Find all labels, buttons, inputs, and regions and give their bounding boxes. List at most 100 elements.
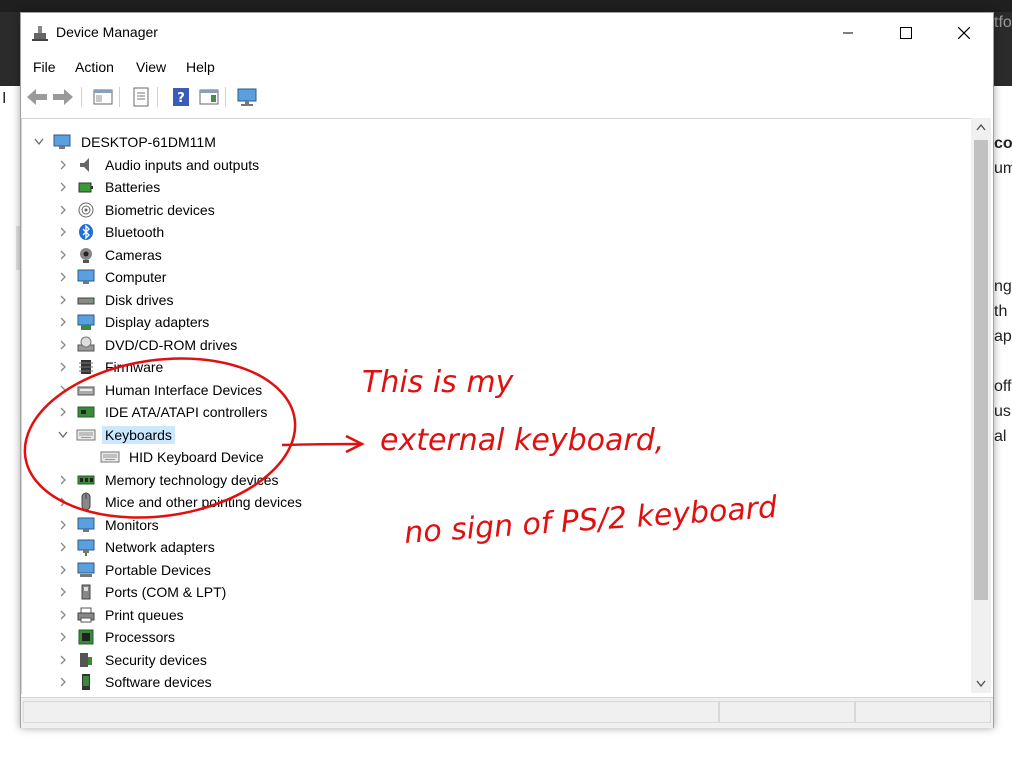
dvd-icon [76, 335, 96, 355]
chevron-right-icon[interactable] [56, 248, 70, 262]
chevron-right-icon[interactable] [56, 653, 70, 667]
tree-category-item[interactable]: Audio inputs and outputs [56, 154, 262, 176]
tree-category-item[interactable]: Computer [56, 266, 169, 288]
chevron-down-icon[interactable] [32, 135, 46, 149]
chevron-right-icon[interactable] [56, 540, 70, 554]
chevron-right-icon[interactable] [56, 225, 70, 239]
tree-category-item[interactable]: Batteries [56, 176, 163, 198]
maximize-button[interactable] [877, 13, 935, 53]
tree-category-item[interactable]: Firmware [56, 356, 166, 378]
chevron-right-icon[interactable] [56, 585, 70, 599]
tree-item-label: Computer [105, 269, 167, 285]
battery-icon [76, 177, 96, 197]
software-device-icon [76, 672, 96, 692]
processor-icon [76, 627, 96, 647]
tree-category-item[interactable]: Sound, video and game controllers [56, 694, 324, 695]
status-cell [719, 701, 855, 723]
display-adapter-icon [76, 312, 96, 332]
back-button[interactable] [25, 85, 49, 109]
background-text: off [994, 378, 1012, 395]
tree-item-label: Portable Devices [105, 561, 211, 578]
chevron-right-icon[interactable] [56, 338, 70, 352]
tree-item-label: Software devices [105, 674, 212, 690]
show-hide-console-tree-button[interactable] [91, 85, 115, 109]
svg-text:?: ? [177, 91, 185, 106]
minimize-icon [843, 32, 853, 34]
background-text: I [2, 90, 7, 107]
tree-category-item[interactable]: Portable Devices [56, 559, 214, 581]
chevron-right-icon[interactable] [56, 293, 70, 307]
chevron-right-icon[interactable] [56, 518, 70, 532]
tree-category-item[interactable]: Software devices [56, 671, 215, 693]
bluetooth-icon [76, 222, 96, 242]
chevron-right-icon[interactable] [56, 608, 70, 622]
menu-file[interactable]: File [33, 59, 56, 75]
back-arrow-icon [27, 89, 47, 105]
tree-item-label: Batteries [105, 179, 161, 195]
tree-root-item[interactable]: DESKTOP-61DM11M [32, 131, 219, 153]
chevron-down-icon[interactable] [56, 428, 70, 442]
tree-item-label: Network adapters [105, 539, 215, 555]
menu-view[interactable]: View [136, 59, 166, 75]
menu-help[interactable]: Help [186, 59, 215, 75]
tree-category-item[interactable]: Monitors [56, 514, 162, 536]
chevron-right-icon[interactable] [56, 360, 70, 374]
chevron-right-icon[interactable] [56, 270, 70, 284]
title-bar[interactable]: Device Manager [21, 13, 993, 53]
tree-category-item[interactable]: Network adapters [56, 536, 218, 558]
chevron-right-icon[interactable] [56, 495, 70, 509]
chevron-right-icon[interactable] [56, 563, 70, 577]
scroll-down-icon[interactable] [976, 680, 986, 688]
chevron-right-icon[interactable] [56, 675, 70, 689]
menu-action[interactable]: Action [75, 59, 114, 75]
tree-child-item[interactable]: HID Keyboard Device [80, 446, 267, 468]
tree-category-item[interactable]: Display adapters [56, 311, 212, 333]
chevron-right-icon[interactable] [56, 315, 70, 329]
toolbar: ? [21, 81, 993, 113]
tree-item-label: Human Interface Devices [105, 381, 263, 398]
forward-button[interactable] [51, 85, 75, 109]
tree-item-label: Mice and other pointing devices [105, 494, 302, 510]
tree-category-item[interactable]: DVD/CD-ROM drives [56, 334, 240, 356]
tree-category-item[interactable]: Ports (COM & LPT) [56, 581, 229, 603]
monitor-icon [76, 515, 96, 535]
help-button[interactable]: ? [169, 85, 193, 109]
scroll-up-icon[interactable] [976, 123, 986, 131]
tree-category-item[interactable]: Print queues [56, 604, 187, 626]
chevron-right-icon[interactable] [56, 473, 70, 487]
action-pane-button[interactable] [197, 85, 221, 109]
tree-category-item[interactable]: Human Interface Devices [56, 379, 265, 401]
tree-item-label: Ports (COM & LPT) [105, 584, 227, 600]
printer-icon [76, 605, 96, 625]
disk-drive-icon [76, 290, 96, 310]
tree-category-item[interactable]: Security devices [56, 649, 210, 671]
tree-category-item[interactable]: IDE ATA/ATAPI controllers [56, 401, 270, 423]
vertical-scrollbar[interactable] [971, 118, 991, 693]
properties-button[interactable] [129, 85, 153, 109]
chevron-right-icon[interactable] [56, 383, 70, 397]
tree-category-item[interactable]: Memory technology devices [56, 469, 282, 491]
toolbar-separator [225, 87, 226, 107]
scrollbar-thumb[interactable] [974, 140, 988, 600]
background-text: cor [994, 135, 1012, 152]
portable-device-icon [76, 560, 96, 580]
toolbar-separator [81, 87, 82, 107]
tree-item-label: Monitors [105, 516, 159, 533]
chevron-right-icon[interactable] [56, 405, 70, 419]
close-button[interactable] [935, 13, 993, 53]
tree-category-item[interactable]: Biometric devices [56, 199, 218, 221]
scan-hardware-changes-button[interactable] [235, 85, 259, 109]
tree-item-label: Audio inputs and outputs [105, 156, 260, 173]
tree-category-item[interactable]: Keyboards [56, 424, 175, 446]
chevron-right-icon[interactable] [56, 203, 70, 217]
tree-category-item[interactable]: Mice and other pointing devices [56, 491, 305, 513]
tree-category-item[interactable]: Disk drives [56, 289, 176, 311]
tree-category-item[interactable]: Bluetooth [56, 221, 167, 243]
device-tree[interactable]: DESKTOP-61DM11M Audio inputs and outputs B… [21, 118, 972, 694]
chevron-right-icon[interactable] [56, 180, 70, 194]
chevron-right-icon[interactable] [56, 630, 70, 644]
tree-category-item[interactable]: Cameras [56, 244, 165, 266]
tree-category-item[interactable]: Processors [56, 626, 178, 648]
chevron-right-icon[interactable] [56, 158, 70, 172]
minimize-button[interactable] [819, 13, 877, 53]
